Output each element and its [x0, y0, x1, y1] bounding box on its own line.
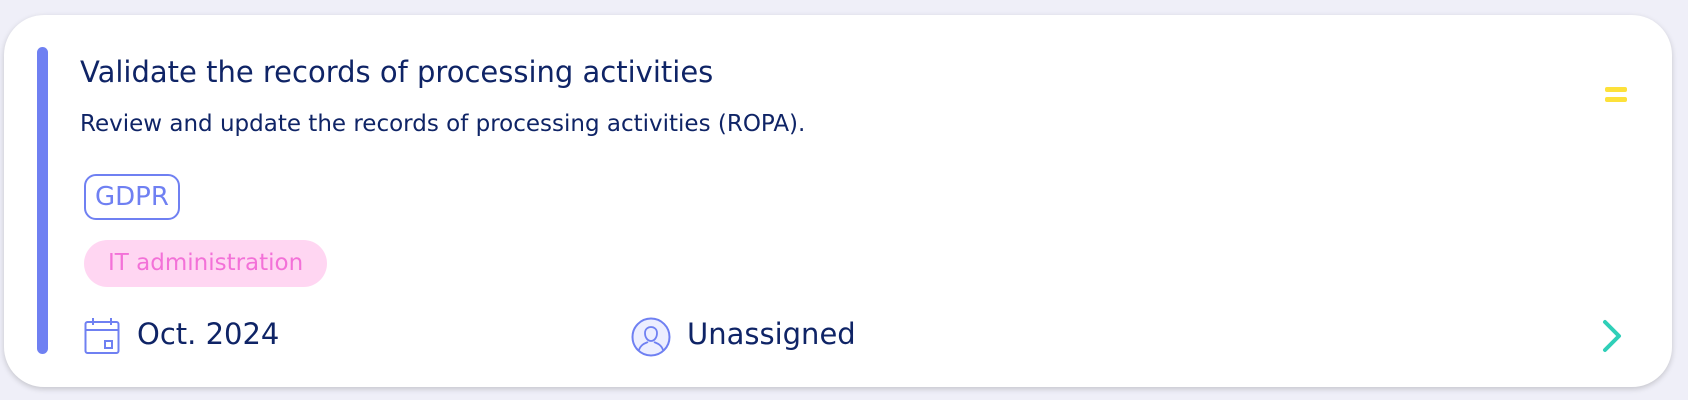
calendar-icon	[84, 318, 120, 354]
task-title: Validate the records of processing activ…	[80, 55, 714, 89]
chevron-right-icon[interactable]	[1598, 317, 1626, 355]
regulation-tag: GDPR	[84, 174, 180, 220]
user-avatar-icon	[631, 317, 671, 357]
task-description: Review and update the records of process…	[80, 111, 806, 137]
assignee-label: Unassigned	[687, 317, 856, 351]
priority-medium-icon	[1605, 87, 1627, 102]
due-date: Oct. 2024	[137, 317, 280, 351]
task-card[interactable]: Validate the records of processing activ…	[4, 15, 1672, 387]
category-badge: IT administration	[84, 240, 328, 287]
card-accent-bar	[37, 47, 48, 354]
